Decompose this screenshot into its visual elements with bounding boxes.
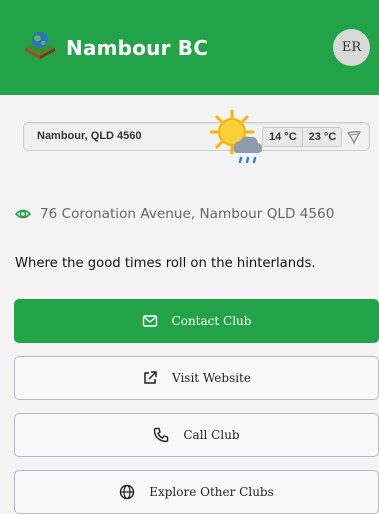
external-link-icon — [144, 371, 157, 384]
phone-icon — [154, 427, 169, 443]
user-avatar[interactable]: ER — [333, 29, 370, 66]
wind-icon — [346, 131, 362, 145]
app-header: Nambour BC ER — [0, 0, 379, 95]
call-club-button[interactable]: Call Club — [14, 413, 379, 457]
visit-website-label: Visit Website — [172, 371, 251, 385]
club-tagline: Where the good times roll on the hinterl… — [15, 256, 316, 271]
bowling-green-globe-icon[interactable] — [22, 28, 58, 64]
weather-location: Nambour, QLD 4560 — [37, 130, 142, 142]
explore-other-clubs-button[interactable]: Explore Other Clubs — [14, 470, 379, 514]
globe-icon — [120, 484, 135, 500]
temp-max: 23 °C — [301, 128, 342, 146]
contact-club-button[interactable]: Contact Club — [14, 299, 379, 343]
mail-icon — [142, 315, 157, 327]
explore-other-clubs-label: Explore Other Clubs — [149, 485, 274, 499]
weather-bar: Nambour, QLD 4560 14 °C 23 °C — [23, 109, 370, 164]
club-address: 76 Coronation Avenue, Nambour QLD 4560 — [15, 204, 334, 224]
temp-min: 14 °C — [269, 131, 297, 143]
temperature-range: 14 °C 23 °C — [262, 127, 343, 147]
eye-icon — [15, 209, 31, 219]
address-text: 76 Coronation Avenue, Nambour QLD 4560 — [40, 206, 335, 222]
contact-club-label: Contact Club — [171, 314, 252, 328]
call-club-label: Call Club — [183, 428, 240, 442]
visit-website-button[interactable]: Visit Website — [14, 356, 379, 400]
club-title: Nambour BC — [66, 36, 209, 60]
sun-cloud-rain-icon — [210, 109, 263, 164]
